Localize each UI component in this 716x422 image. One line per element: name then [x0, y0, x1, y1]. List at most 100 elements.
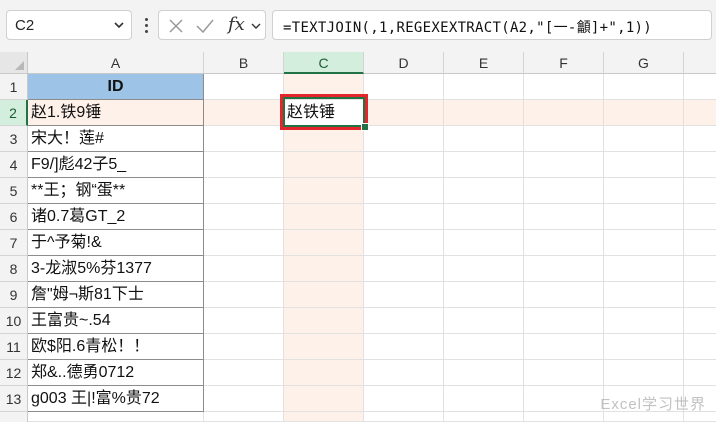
row-header-13[interactable]: 13	[0, 386, 28, 412]
cell-e8[interactable]	[444, 256, 524, 282]
cell-c12[interactable]	[284, 360, 364, 386]
cell-b4[interactable]	[204, 152, 284, 178]
cell-g12[interactable]	[604, 360, 684, 386]
name-box[interactable]: C2	[6, 10, 132, 40]
cell-c8[interactable]	[284, 256, 364, 282]
cell-d5[interactable]	[364, 178, 444, 204]
cell-h8[interactable]	[684, 256, 716, 282]
cell-c6[interactable]	[284, 204, 364, 230]
cell-e11[interactable]	[444, 334, 524, 360]
cell-d9[interactable]	[364, 282, 444, 308]
cell-c11[interactable]	[284, 334, 364, 360]
cell-h9[interactable]	[684, 282, 716, 308]
cell-c1[interactable]	[284, 74, 364, 100]
cell-a1[interactable]: ID	[28, 74, 204, 100]
cell-d4[interactable]	[364, 152, 444, 178]
cell-g10[interactable]	[604, 308, 684, 334]
cell-h11[interactable]	[684, 334, 716, 360]
column-header-h[interactable]	[684, 52, 716, 74]
cell-d8[interactable]	[364, 256, 444, 282]
row-header-12[interactable]: 12	[0, 360, 28, 386]
cell-g9[interactable]	[604, 282, 684, 308]
row-header-3[interactable]: 3	[0, 126, 28, 152]
cell-e4[interactable]	[444, 152, 524, 178]
cell-f3[interactable]	[524, 126, 604, 152]
cell-g7[interactable]	[604, 230, 684, 256]
cell-a3[interactable]: 宋大！莲#	[28, 126, 204, 152]
cell-b7[interactable]	[204, 230, 284, 256]
cell-c10[interactable]	[284, 308, 364, 334]
cell-c14[interactable]	[284, 412, 364, 422]
cell-f5[interactable]	[524, 178, 604, 204]
cell-h1[interactable]	[684, 74, 716, 100]
cell-c5[interactable]	[284, 178, 364, 204]
cell-e14[interactable]	[444, 412, 524, 422]
cell-e2[interactable]	[444, 100, 524, 126]
column-header-f[interactable]: F	[524, 52, 604, 74]
cell-e7[interactable]	[444, 230, 524, 256]
insert-function-icon[interactable]: fx	[228, 14, 245, 35]
cell-c13[interactable]	[284, 386, 364, 412]
cell-b2[interactable]	[204, 100, 284, 126]
column-header-d[interactable]: D	[364, 52, 444, 74]
cell-b1[interactable]	[204, 74, 284, 100]
cell-d11[interactable]	[364, 334, 444, 360]
cell-a4[interactable]: F9/]彪42子5_	[28, 152, 204, 178]
select-all-button[interactable]	[0, 52, 28, 74]
cell-a12[interactable]: 郑&..德勇0712	[28, 360, 204, 386]
cell-g6[interactable]	[604, 204, 684, 230]
formula-input[interactable]: =TEXTJOIN(,1,REGEXEXTRACT(A2,"[一-龥]+",1)…	[272, 10, 712, 40]
cell-a2[interactable]: 赵1.铁9锤	[28, 100, 204, 126]
cell-f8[interactable]	[524, 256, 604, 282]
cell-f6[interactable]	[524, 204, 604, 230]
cell-b12[interactable]	[204, 360, 284, 386]
cell-g4[interactable]	[604, 152, 684, 178]
cell-h7[interactable]	[684, 230, 716, 256]
cell-b10[interactable]	[204, 308, 284, 334]
cell-g5[interactable]	[604, 178, 684, 204]
cell-h2[interactable]	[684, 100, 716, 126]
cell-e12[interactable]	[444, 360, 524, 386]
cell-d10[interactable]	[364, 308, 444, 334]
row-header-8[interactable]: 8	[0, 256, 28, 282]
cell-b9[interactable]	[204, 282, 284, 308]
cell-c9[interactable]	[284, 282, 364, 308]
cell-d6[interactable]	[364, 204, 444, 230]
row-header-2[interactable]: 2	[0, 100, 28, 126]
cell-d13[interactable]	[364, 386, 444, 412]
cell-f14[interactable]	[524, 412, 604, 422]
cell-b8[interactable]	[204, 256, 284, 282]
cell-d14[interactable]	[364, 412, 444, 422]
cell-h12[interactable]	[684, 360, 716, 386]
cell-g8[interactable]	[604, 256, 684, 282]
cell-c7[interactable]	[284, 230, 364, 256]
row-header-14[interactable]	[0, 412, 28, 422]
cell-a6[interactable]: 诸0.7葛GT_2	[28, 204, 204, 230]
row-header-4[interactable]: 4	[0, 152, 28, 178]
cell-b6[interactable]	[204, 204, 284, 230]
row-header-11[interactable]: 11	[0, 334, 28, 360]
cell-e3[interactable]	[444, 126, 524, 152]
cell-f7[interactable]	[524, 230, 604, 256]
cell-g1[interactable]	[604, 74, 684, 100]
column-header-b[interactable]: B	[204, 52, 284, 74]
row-header-5[interactable]: 5	[0, 178, 28, 204]
cell-a10[interactable]: 王富贵~.54	[28, 308, 204, 334]
cell-d12[interactable]	[364, 360, 444, 386]
cell-a14[interactable]	[28, 412, 204, 422]
cell-d2[interactable]	[364, 100, 444, 126]
cell-h10[interactable]	[684, 308, 716, 334]
cell-f1[interactable]	[524, 74, 604, 100]
cell-a13[interactable]: g003 王|!富%贵72	[28, 386, 204, 412]
cell-a11[interactable]: 欧$阳.6青松！！	[28, 334, 204, 360]
cell-b3[interactable]	[204, 126, 284, 152]
cell-e6[interactable]	[444, 204, 524, 230]
chevron-down-icon[interactable]	[113, 19, 125, 31]
cell-b14[interactable]	[204, 412, 284, 422]
cell-h5[interactable]	[684, 178, 716, 204]
row-header-10[interactable]: 10	[0, 308, 28, 334]
chevron-down-icon[interactable]	[251, 21, 261, 31]
cell-e13[interactable]	[444, 386, 524, 412]
cell-a8[interactable]: 3-龙淑5%芬1377	[28, 256, 204, 282]
cell-f11[interactable]	[524, 334, 604, 360]
